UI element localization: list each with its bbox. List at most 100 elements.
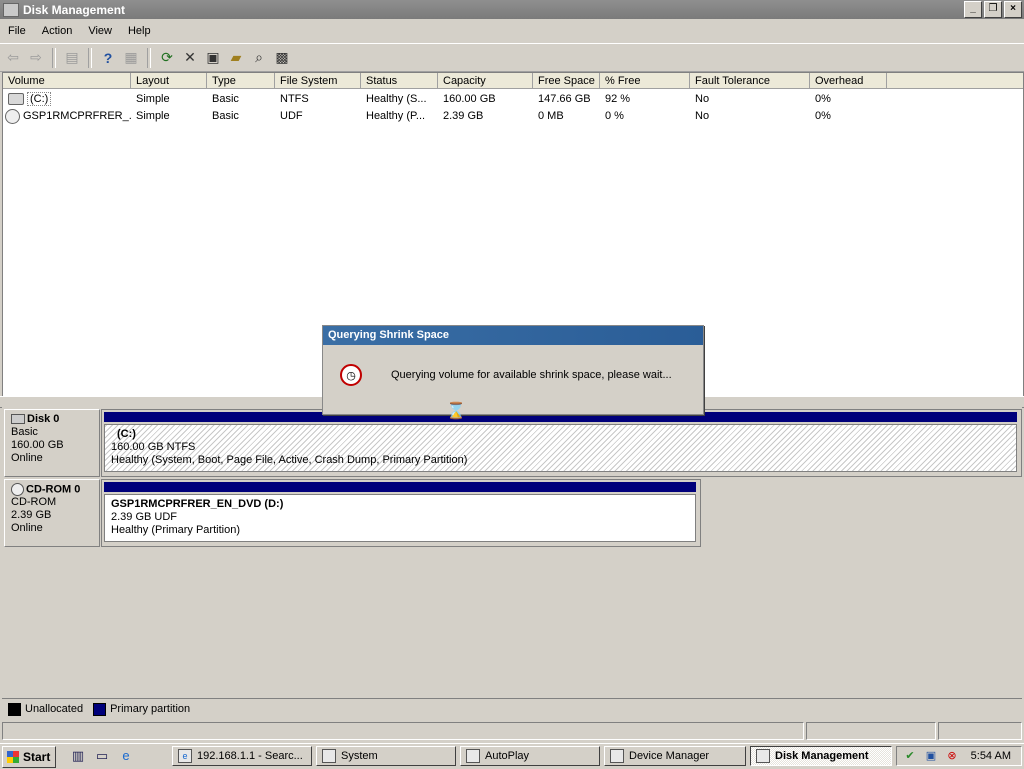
partition-label: GSP1RMCPRFRER_EN_DVD (D:) <box>111 498 284 510</box>
column-type[interactable]: Type <box>207 73 275 89</box>
cd-drive-icon <box>5 108 20 124</box>
help-icon[interactable]: ? <box>98 48 118 68</box>
clock-icon: ◷ <box>340 364 362 386</box>
querying-shrink-dialog[interactable]: Querying Shrink Space ◷ Querying volume … <box>322 325 704 415</box>
column-overhead[interactable]: Overhead <box>810 73 887 89</box>
clock[interactable]: 5:54 AM <box>971 750 1011 762</box>
column-status[interactable]: Status <box>361 73 438 89</box>
taskbar-item-system[interactable]: System <box>316 746 456 766</box>
column-capacity[interactable]: Capacity <box>438 73 533 89</box>
disk-0-state: Online <box>11 452 43 464</box>
legend-label-primary: Primary partition <box>110 703 191 715</box>
disk-icon <box>11 414 25 425</box>
partition-detail: 2.39 GB UDF <box>111 511 178 523</box>
disk-0-card[interactable]: Disk 0 Basic 160.00 GB Online <box>4 409 100 477</box>
partition-c[interactable]: (C:) 160.00 GB NTFS Healthy (System, Boo… <box>104 424 1017 472</box>
menu-help[interactable]: Help <box>120 25 159 37</box>
restore-button[interactable]: ❐ <box>984 1 1002 18</box>
legend-swatch-unallocated <box>8 702 21 716</box>
partition-d[interactable]: GSP1RMCPRFRER_EN_DVD (D:) 2.39 GB UDF He… <box>104 494 696 542</box>
back-icon[interactable]: ⇦ <box>3 48 23 68</box>
partition-status: Healthy (System, Boot, Page File, Active… <box>111 454 468 466</box>
table-row[interactable]: (C:) Simple Basic NTFS Healthy (S... 160… <box>3 91 1023 108</box>
server-manager-icon[interactable]: ▥ <box>70 749 86 763</box>
search-icon[interactable]: ⌕ <box>249 48 269 68</box>
partition-detail: 160.00 GB NTFS <box>111 441 196 453</box>
partition-status: Healthy (Primary Partition) <box>111 524 240 536</box>
cell-free-space: 0 MB <box>538 110 564 122</box>
table-row[interactable]: GSP1RMCPRFRER_... Simple Basic UDF Healt… <box>3 108 1023 125</box>
legend: Unallocated Primary partition <box>2 698 1022 719</box>
autoplay-icon <box>466 749 480 763</box>
ie-icon: e <box>178 749 192 763</box>
column-fault-tolerance[interactable]: Fault Tolerance <box>690 73 810 89</box>
properties-icon[interactable]: ▣ <box>203 48 223 68</box>
minimize-button[interactable]: _ <box>964 1 982 18</box>
cell-file-system: UDF <box>280 110 303 122</box>
menu-view[interactable]: View <box>80 25 120 37</box>
cell-overhead: 0% <box>815 110 831 122</box>
window-titlebar[interactable]: Disk Management _ ❐ × <box>0 0 1024 19</box>
close-button[interactable]: × <box>1004 1 1022 18</box>
column-layout[interactable]: Layout <box>131 73 207 89</box>
column-volume[interactable]: Volume <box>3 73 131 89</box>
taskbar-item-autoplay[interactable]: AutoPlay <box>460 746 600 766</box>
cell-percent-free: 0 % <box>605 110 624 122</box>
column-percent-free[interactable]: % Free <box>600 73 690 89</box>
hard-drive-icon <box>8 93 24 106</box>
cdrom-0-card[interactable]: CD-ROM 0 CD-ROM 2.39 GB Online <box>4 479 100 547</box>
cell-fault-tolerance: No <box>695 110 710 122</box>
cell-type: Basic <box>212 110 239 122</box>
show-hide-icon[interactable]: ▦ <box>121 48 141 68</box>
partition-label: (C:) <box>117 428 136 440</box>
taskbar-item-search[interactable]: e 192.168.1.1 - Searc... <box>172 746 312 766</box>
disk-management-icon <box>756 749 770 763</box>
system-tray: ✔ ▣ ⊗ 5:54 AM <box>896 746 1022 766</box>
volume-muted-icon[interactable]: ⊗ <box>944 749 960 763</box>
network-icon[interactable]: ▣ <box>923 749 939 763</box>
task-label: System <box>341 750 378 762</box>
open-icon[interactable]: ▰ <box>226 48 246 68</box>
taskbar-item-disk-management[interactable]: Disk Management <box>750 746 892 766</box>
toolbar-separator <box>147 47 151 68</box>
hourglass-cursor-icon: ⌛ <box>446 403 466 420</box>
task-label: AutoPlay <box>485 750 530 762</box>
dialog-title[interactable]: Querying Shrink Space <box>323 326 703 345</box>
disk-settings-icon[interactable]: ▩ <box>272 48 292 68</box>
volume-name: GSP1RMCPRFRER_... <box>23 110 131 122</box>
cell-overhead: 0% <box>815 93 831 105</box>
cdrom-0-size: 2.39 GB <box>11 509 52 522</box>
refresh-icon[interactable]: ⟳ <box>157 48 177 68</box>
delete-icon[interactable]: ✕ <box>180 48 200 68</box>
column-filler <box>887 73 1023 89</box>
menu-action[interactable]: Action <box>34 25 81 37</box>
cdrom-0-type: CD-ROM <box>11 496 57 509</box>
forward-icon[interactable]: ⇨ <box>26 48 46 68</box>
cell-layout: Simple <box>136 110 170 122</box>
cell-percent-free: 92 % <box>605 93 631 105</box>
cell-status: Healthy (S... <box>366 93 427 105</box>
status-bar <box>0 720 1024 742</box>
column-free-space[interactable]: Free Space <box>533 73 600 89</box>
security-icon[interactable]: ✔ <box>902 749 918 763</box>
task-label: Disk Management <box>775 750 869 762</box>
cdrom-0-name: CD-ROM 0 <box>26 483 81 496</box>
cdrom-0-partition-area: GSP1RMCPRFRER_EN_DVD (D:) 2.39 GB UDF He… <box>101 479 701 547</box>
ie-icon[interactable]: e <box>118 749 134 763</box>
dialog-message: Querying volume for available shrink spa… <box>391 369 672 381</box>
toolbar-separator <box>88 47 92 68</box>
volume-list-header: Volume Layout Type File System Status Ca… <box>3 73 1023 90</box>
console-tree-icon[interactable]: ▤ <box>62 48 82 68</box>
show-desktop-icon[interactable]: ▭ <box>94 749 110 763</box>
status-panel-main <box>2 722 804 740</box>
toolbar-separator <box>52 47 56 68</box>
toolbar: ⇦ ⇨ ▤ ? ▦ ⟳ ✕ ▣ ▰ ⌕ ▩ <box>0 43 1024 72</box>
column-file-system[interactable]: File System <box>275 73 361 89</box>
disk-0-size: 160.00 GB <box>11 439 64 451</box>
cell-fault-tolerance: No <box>695 93 710 105</box>
cell-status: Healthy (P... <box>366 110 426 122</box>
menu-file[interactable]: File <box>0 25 34 37</box>
taskbar-item-device-manager[interactable]: Device Manager <box>604 746 746 766</box>
start-button[interactable]: Start <box>2 746 56 768</box>
disk-0-name: Disk 0 <box>27 413 60 425</box>
